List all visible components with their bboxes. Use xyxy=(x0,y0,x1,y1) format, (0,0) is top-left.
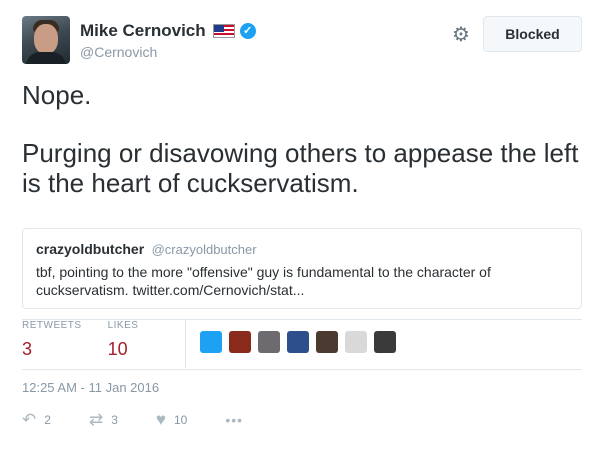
like-button[interactable]: ♥ 10 xyxy=(156,410,187,430)
author-name-row: Mike Cernovich ✓ xyxy=(80,21,256,41)
author-handle[interactable]: @Cernovich xyxy=(80,44,157,60)
quoted-header: crazyoldbutcher @crazyoldbutcher xyxy=(36,241,568,259)
likes-count: 10 xyxy=(107,339,128,359)
reply-icon: ↶ xyxy=(22,410,37,429)
reply-count: 2 xyxy=(44,413,51,427)
verified-badge-icon: ✓ xyxy=(239,23,256,39)
stats-divider-bottom xyxy=(22,369,582,370)
avatar[interactable] xyxy=(22,16,70,64)
liker-avatar[interactable] xyxy=(287,331,309,353)
tweet-stats: RETWEETS 3 LIKES 10 xyxy=(22,320,164,368)
tweet-text: Nope. Purging or disavowing others to ap… xyxy=(22,80,582,226)
quoted-text: tbf, pointing to the more "offensive" gu… xyxy=(36,264,491,298)
like-count: 10 xyxy=(173,413,188,427)
likers-avatars xyxy=(200,331,403,353)
stats-separator xyxy=(185,320,186,368)
avatar-face xyxy=(34,24,58,54)
blocked-button[interactable]: Blocked xyxy=(483,16,582,52)
retweets-count: 3 xyxy=(22,339,33,359)
liker-avatar[interactable] xyxy=(345,331,367,353)
avatar-suit xyxy=(26,52,66,64)
tweet-line-2: Purging or disavowing others to appease … xyxy=(22,138,579,198)
liker-avatar[interactable] xyxy=(316,331,338,353)
tweet-line-1: Nope. xyxy=(22,80,92,110)
quoted-tweet[interactable]: crazyoldbutcher @crazyoldbutcher tbf, po… xyxy=(22,228,582,309)
tweet-actions: ↶ 2 ⇄ 3 ♥ 10 ••• xyxy=(22,410,243,430)
us-flag-icon xyxy=(212,24,235,38)
more-options-icon[interactable]: ••• xyxy=(225,412,243,428)
liker-avatar[interactable] xyxy=(258,331,280,353)
liker-avatar[interactable] xyxy=(200,331,222,353)
reply-button[interactable]: ↶ 2 xyxy=(22,410,51,430)
retweet-icon: ⇄ xyxy=(88,410,104,429)
likes-label: LIKES xyxy=(107,320,139,331)
liker-avatar[interactable] xyxy=(229,331,251,353)
heart-icon: ♥ xyxy=(155,410,166,429)
likes-stat[interactable]: LIKES 10 xyxy=(108,320,139,360)
retweet-button[interactable]: ⇄ 3 xyxy=(89,410,118,430)
author-name[interactable]: Mike Cernovich xyxy=(80,21,206,41)
quoted-author-handle: @crazyoldbutcher xyxy=(151,242,257,257)
tweet-timestamp[interactable]: 12:25 AM - 11 Jan 2016 xyxy=(22,380,159,395)
gear-icon[interactable]: ⚙ xyxy=(450,24,472,46)
liker-avatar[interactable] xyxy=(374,331,396,353)
retweets-stat[interactable]: RETWEETS 3 xyxy=(22,320,82,360)
retweet-count: 3 xyxy=(111,413,118,427)
retweets-label: RETWEETS xyxy=(22,320,82,331)
quoted-author-name: crazyoldbutcher xyxy=(36,241,145,257)
